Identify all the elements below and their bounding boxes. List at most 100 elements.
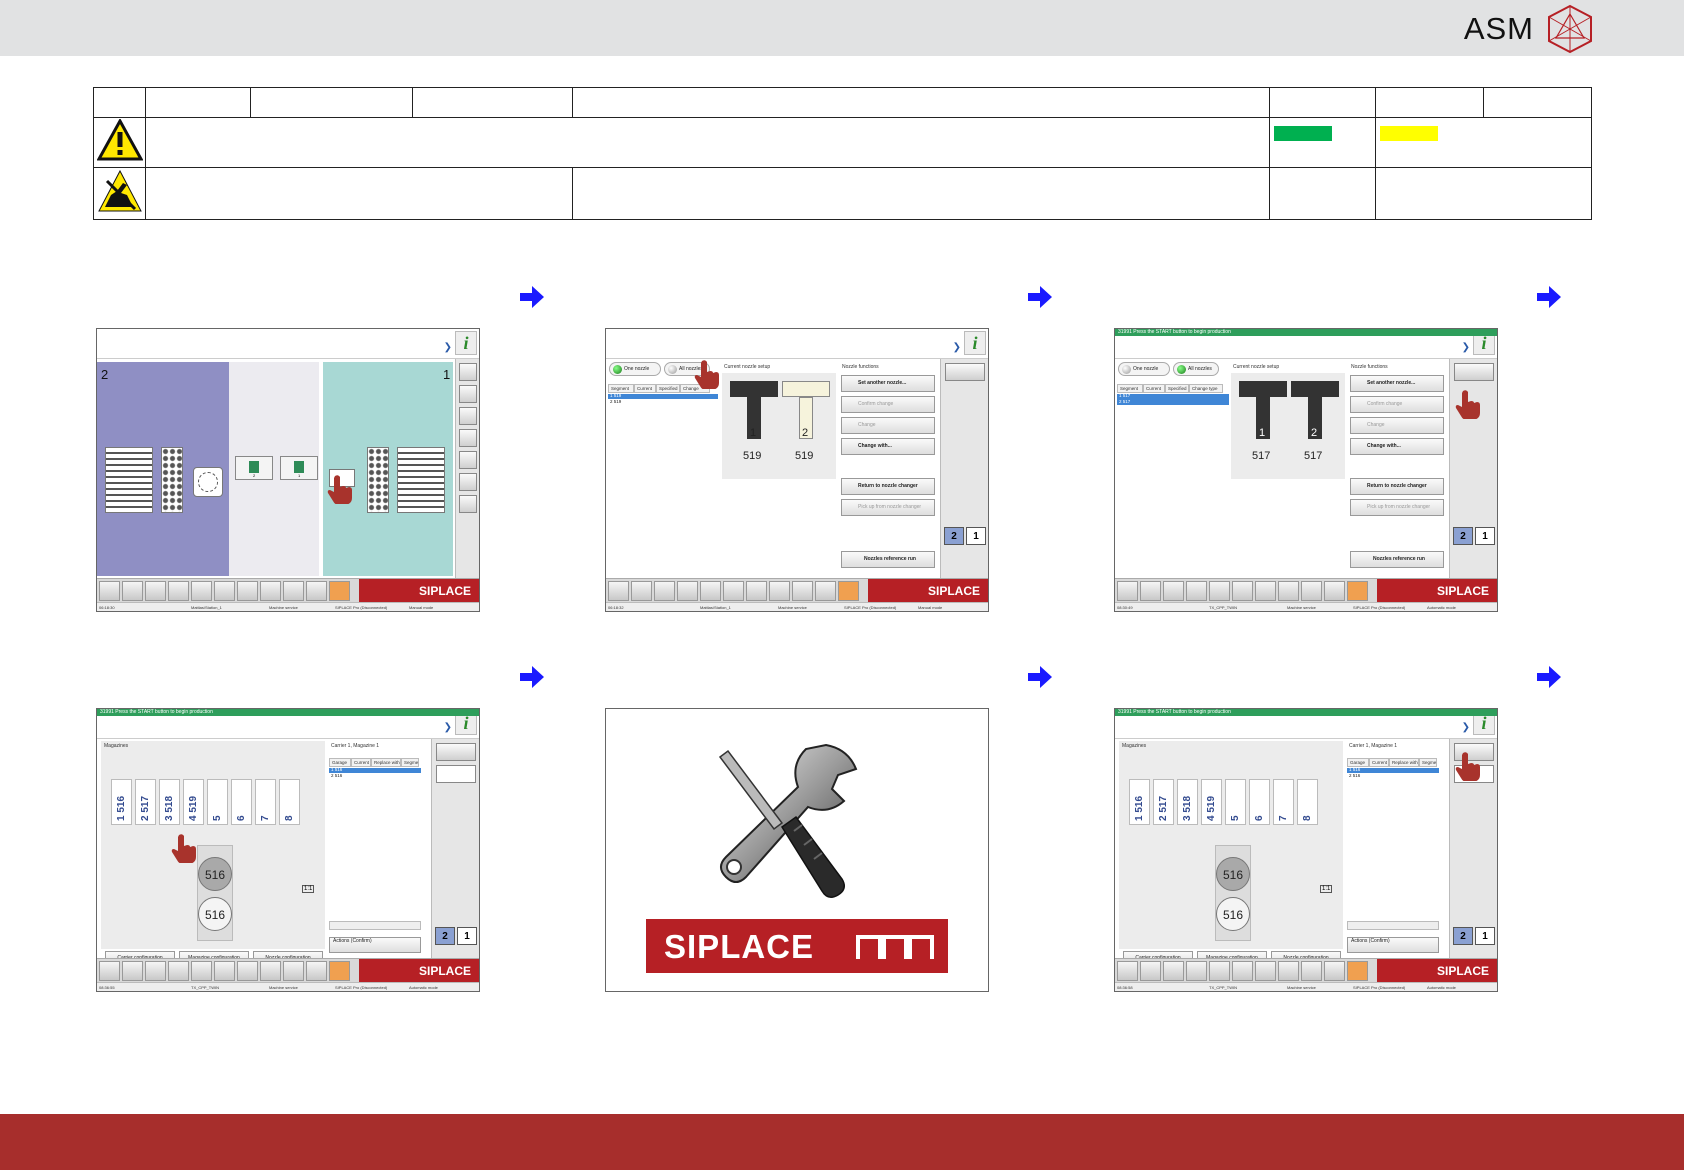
app-icon[interactable] xyxy=(1324,581,1345,601)
magazine-slot[interactable]: 1 516 xyxy=(1129,779,1150,825)
app-icon[interactable] xyxy=(1186,581,1207,601)
nozzles-reference-run-button[interactable]: Nozzles reference run xyxy=(1350,551,1444,568)
info-icon[interactable]: i xyxy=(964,331,986,355)
nozzle-changer-left[interactable] xyxy=(161,447,183,513)
segment-2-button[interactable]: 2 xyxy=(944,527,964,545)
table-row[interactable]: 1 516 xyxy=(331,767,342,772)
magazine-slot[interactable]: 7 xyxy=(1273,779,1294,825)
app-icon[interactable] xyxy=(608,581,629,601)
tab-one-nozzle[interactable]: One nozzle xyxy=(1118,362,1170,376)
app-icon[interactable] xyxy=(723,581,744,601)
chevron-right-icon[interactable]: ❯ xyxy=(1462,342,1470,353)
table-rows-selected[interactable] xyxy=(1117,394,1229,405)
app-icon[interactable] xyxy=(191,961,212,981)
app-icon[interactable] xyxy=(1209,961,1230,981)
magazine-slot[interactable]: 3 518 xyxy=(159,779,180,825)
service-icon[interactable] xyxy=(1347,581,1368,601)
magazine-slot[interactable]: 4 519 xyxy=(183,779,204,825)
app-icon[interactable] xyxy=(260,961,281,981)
app-icon[interactable] xyxy=(283,961,304,981)
app-icon[interactable] xyxy=(700,581,721,601)
change-with-button[interactable]: Change with... xyxy=(841,438,935,455)
magazine-nozzle-bottom[interactable]: 516 xyxy=(1216,897,1250,931)
toolbar-button[interactable] xyxy=(458,451,477,469)
app-icon[interactable] xyxy=(99,581,120,601)
change-button[interactable]: Change xyxy=(1350,417,1444,434)
feeder-table-right[interactable] xyxy=(397,447,445,513)
magazine-nozzle-bottom[interactable]: 516 xyxy=(198,897,232,931)
chevron-right-icon[interactable]: ❯ xyxy=(953,342,961,353)
nozzle-view-button[interactable] xyxy=(944,363,985,381)
app-icon[interactable] xyxy=(792,581,813,601)
chevron-right-icon[interactable]: ❯ xyxy=(444,722,452,733)
app-icon[interactable] xyxy=(122,961,143,981)
segment-1-button[interactable]: 1 xyxy=(966,527,986,545)
app-icon[interactable] xyxy=(654,581,675,601)
magazine-slot[interactable]: 8 xyxy=(1297,779,1318,825)
segment-2-button[interactable]: 2 xyxy=(1453,527,1473,545)
app-icon[interactable] xyxy=(677,581,698,601)
app-icon[interactable] xyxy=(631,581,652,601)
confirm-change-button[interactable]: Confirm change xyxy=(841,396,935,413)
app-icon[interactable] xyxy=(145,581,166,601)
magazine-slot[interactable]: 5 xyxy=(1225,779,1246,825)
segment-1-button[interactable]: 1 xyxy=(457,927,477,945)
app-icon[interactable] xyxy=(306,581,327,601)
app-icon[interactable] xyxy=(1255,961,1276,981)
actions-dropdown[interactable]: Actions (Confirm) xyxy=(1347,937,1439,953)
placement-head[interactable] xyxy=(193,467,223,497)
nozzle-changer-right[interactable] xyxy=(367,447,389,513)
service-icon[interactable] xyxy=(329,961,350,981)
app-icon[interactable] xyxy=(769,581,790,601)
app-icon[interactable] xyxy=(168,581,189,601)
magazine-slot[interactable]: 7 xyxy=(255,779,276,825)
magazine-slot[interactable]: 6 xyxy=(1249,779,1270,825)
nozzle-view-button[interactable] xyxy=(435,743,476,761)
app-icon[interactable] xyxy=(1301,961,1322,981)
app-icon[interactable] xyxy=(1232,961,1253,981)
table-row[interactable]: 1 516 xyxy=(1349,767,1360,772)
app-icon[interactable] xyxy=(99,961,120,981)
app-icon[interactable] xyxy=(1140,961,1161,981)
magazine-slot[interactable]: 6 xyxy=(231,779,252,825)
table-row-selected[interactable] xyxy=(329,768,421,773)
table-row[interactable]: 1 519 xyxy=(610,393,621,398)
magazine-slot[interactable]: 2 517 xyxy=(1153,779,1174,825)
change-button[interactable]: Change xyxy=(841,417,935,434)
app-icon[interactable] xyxy=(306,961,327,981)
feeder-table-left[interactable] xyxy=(105,447,153,513)
app-icon[interactable] xyxy=(746,581,767,601)
segment-1-button[interactable]: 1 xyxy=(1475,927,1495,945)
app-icon[interactable] xyxy=(168,961,189,981)
app-icon[interactable] xyxy=(1163,581,1184,601)
nozzle-view-button[interactable] xyxy=(1453,363,1494,381)
zoom-reset-button[interactable]: 1:1 xyxy=(302,885,315,893)
app-icon[interactable] xyxy=(1301,581,1322,601)
app-icon[interactable] xyxy=(815,581,836,601)
magazine-nozzle-top[interactable]: 516 xyxy=(1216,857,1250,891)
app-icon[interactable] xyxy=(1209,581,1230,601)
app-icon[interactable] xyxy=(1232,581,1253,601)
app-icon[interactable] xyxy=(122,581,143,601)
actions-dropdown[interactable]: Actions (Confirm) xyxy=(329,937,421,953)
tab-all-nozzles[interactable]: All nozzles xyxy=(1173,362,1219,376)
app-icon[interactable] xyxy=(1278,961,1299,981)
info-icon[interactable]: i xyxy=(455,331,477,355)
pickup-from-changer-button[interactable]: Pick up from nozzle changer xyxy=(1350,499,1444,516)
app-icon[interactable] xyxy=(283,581,304,601)
gantry-slot-2[interactable]: 2 xyxy=(235,456,273,480)
return-to-changer-button[interactable]: Return to nozzle changer xyxy=(841,478,935,495)
app-icon[interactable] xyxy=(1140,581,1161,601)
tab-one-nozzle[interactable]: One nozzle xyxy=(609,362,661,376)
horizontal-scrollbar[interactable] xyxy=(1347,921,1439,930)
app-icon[interactable] xyxy=(214,961,235,981)
toolbar-button[interactable] xyxy=(458,429,477,447)
app-icon[interactable] xyxy=(214,581,235,601)
set-another-nozzle-button[interactable]: Set another nozzle... xyxy=(841,375,935,392)
segment-2-button[interactable]: 2 xyxy=(435,927,455,945)
app-icon[interactable] xyxy=(1163,961,1184,981)
app-icon[interactable] xyxy=(1324,961,1345,981)
magazine-slot[interactable]: 3 518 xyxy=(1177,779,1198,825)
toolbar-button[interactable] xyxy=(458,385,477,403)
segment-2-button[interactable]: 2 xyxy=(1453,927,1473,945)
